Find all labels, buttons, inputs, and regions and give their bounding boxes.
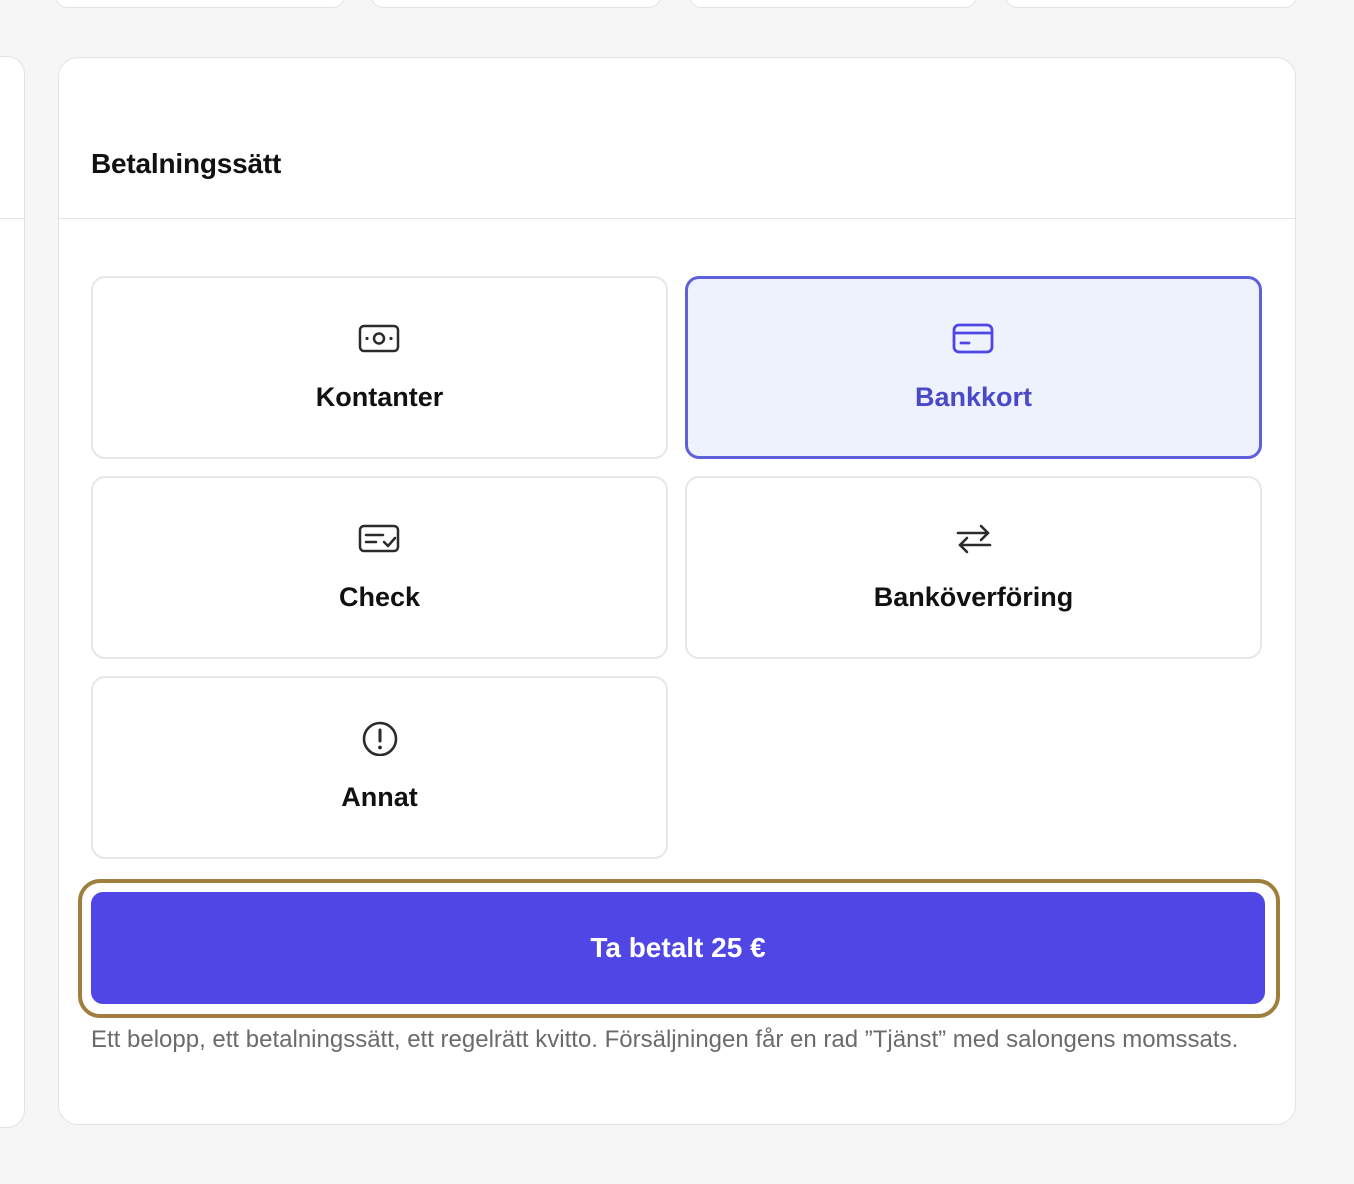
payment-option-cash[interactable]: Kontanter — [91, 276, 668, 459]
top-card-4 — [1004, 0, 1298, 8]
credit-card-icon — [952, 323, 993, 354]
top-card-2 — [370, 0, 662, 8]
transfer-arrows-icon — [956, 524, 991, 554]
cash-icon — [358, 324, 399, 353]
payment-option-other[interactable]: Annat — [91, 676, 668, 859]
payment-note: Ett belopp, ett betalningssätt, ett rege… — [91, 1026, 1239, 1053]
payment-option-label: Bankkort — [914, 382, 1033, 412]
alert-circle-icon — [362, 721, 397, 756]
top-card-3 — [688, 0, 978, 8]
take-payment-button[interactable]: Ta betalt 25 € — [91, 892, 1265, 1004]
payment-method-panel: Betalningssätt Kontanter Bankkort Check — [58, 57, 1296, 1125]
payment-option-card[interactable]: Bankkort — [685, 276, 1262, 459]
left-panel — [0, 56, 25, 1128]
payment-option-label: Banköverföring — [873, 582, 1074, 612]
payment-option-label: Check — [338, 582, 421, 612]
top-card-1 — [54, 0, 346, 8]
check-icon — [358, 524, 399, 553]
payment-option-label: Kontanter — [315, 382, 444, 412]
payment-option-label: Annat — [341, 782, 418, 812]
left-panel-divider — [0, 218, 24, 219]
panel-title: Betalningssätt — [91, 148, 282, 179]
payment-option-bank-transfer[interactable]: Banköverföring — [685, 476, 1262, 659]
payment-option-check[interactable]: Check — [91, 476, 668, 659]
panel-divider — [59, 218, 1295, 219]
